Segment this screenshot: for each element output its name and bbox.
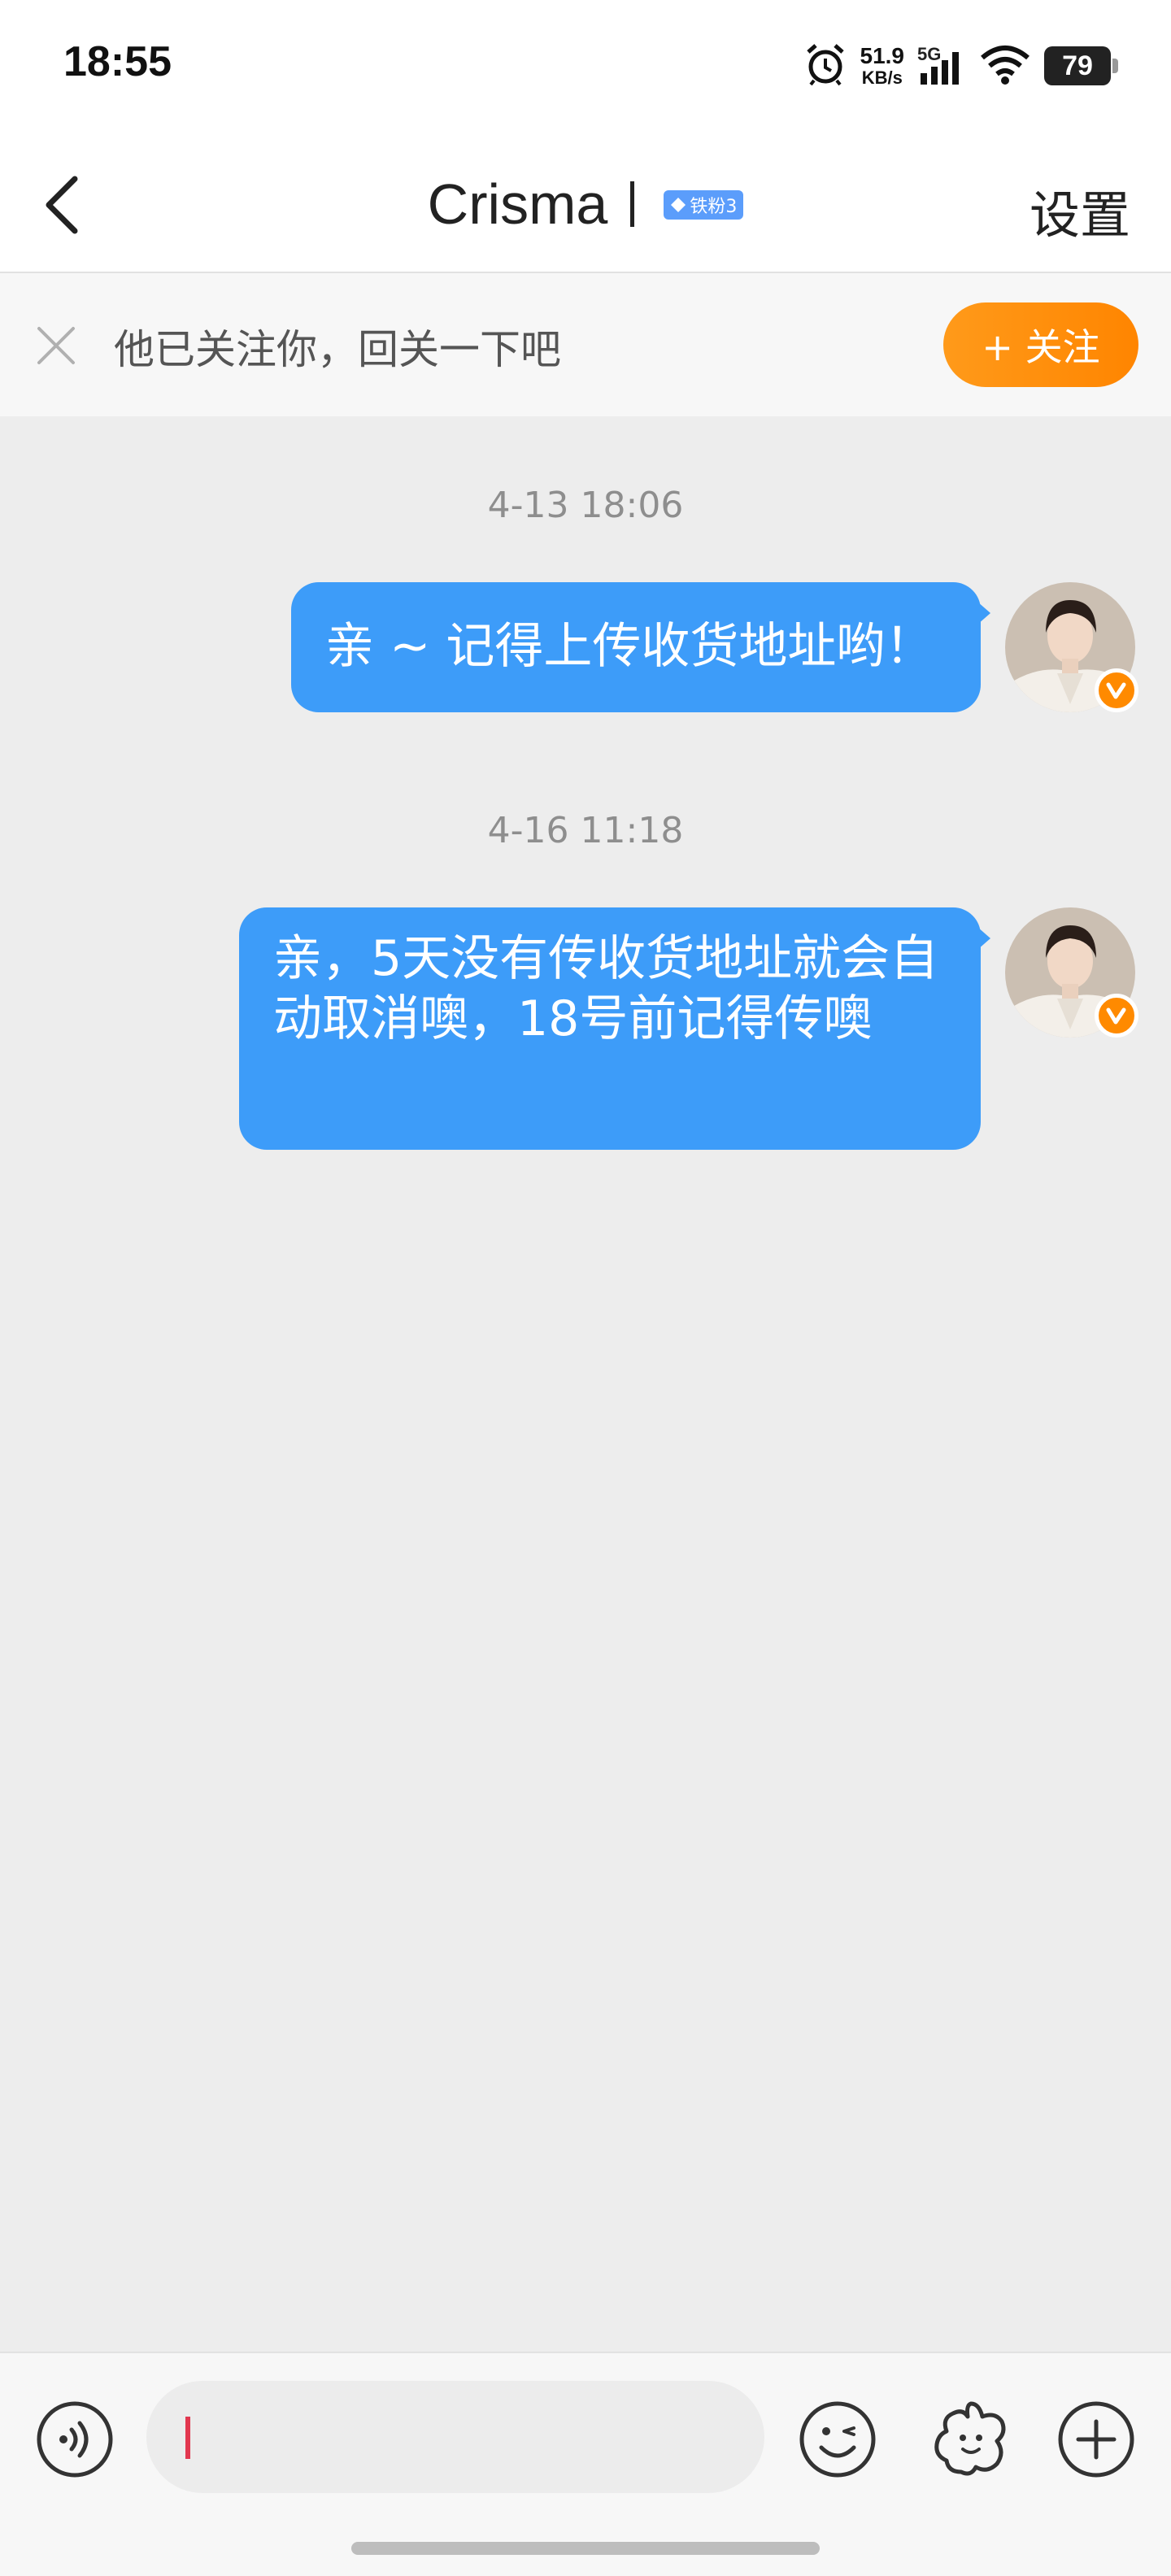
text-cursor <box>185 2417 190 2459</box>
home-indicator[interactable] <box>351 2542 820 2555</box>
voice-button[interactable] <box>34 2399 115 2480</box>
sticker-button[interactable] <box>929 2397 1013 2482</box>
follow-back-button[interactable]: + 关注 <box>943 302 1138 387</box>
avatar[interactable] <box>1005 582 1138 712</box>
close-icon <box>37 327 75 364</box>
dismiss-follow-button[interactable] <box>33 322 80 369</box>
sticker-icon <box>934 2401 1006 2476</box>
more-button[interactable] <box>1056 2399 1137 2480</box>
fan-level-badge: 铁粉3 <box>664 190 744 220</box>
network-speed-unit: KB/s <box>861 67 903 88</box>
status-indicators: 51.9 KB/s 5G 79 <box>803 37 1118 94</box>
emoji-icon <box>799 2401 876 2478</box>
back-arrow-icon <box>46 176 78 234</box>
verified-v-icon <box>1106 1007 1126 1025</box>
message-row: 亲，5天没有传收货地址就会自动取消噢，18号前记得传噢 <box>239 907 1138 1150</box>
chat-message-list[interactable]: 4-13 18:06 亲 ~ 记得上传收货地址哟！ 4-16 11:18 亲，5… <box>0 416 1171 2352</box>
status-bar: 18:55 51.9 KB/s 5G 79 <box>0 0 1171 137</box>
title-group: Crisma 铁粉3 <box>0 137 1171 272</box>
message-timestamp: 4-16 11:18 <box>487 810 684 851</box>
signal-icon: 5G <box>917 44 966 88</box>
message-timestamp: 4-13 18:06 <box>487 485 684 526</box>
fan-level-label: 铁粉3 <box>690 197 738 217</box>
back-button[interactable] <box>33 169 98 241</box>
plus-icon <box>1058 2401 1134 2478</box>
battery-icon: 79 <box>1044 46 1118 85</box>
network-speed-value: 51.9 <box>860 43 905 68</box>
status-time: 18:55 <box>63 38 172 85</box>
verified-badge <box>1095 668 1138 712</box>
follow-prompt-text: 他已关注你，回关一下吧 <box>114 326 561 373</box>
alarm-icon <box>803 42 847 89</box>
title-divider <box>630 181 635 227</box>
emoji-button[interactable] <box>797 2399 878 2480</box>
message-bubble[interactable]: 亲，5天没有传收货地址就会自动取消噢，18号前记得传噢 <box>239 907 990 1150</box>
verified-badge <box>1095 994 1138 1038</box>
voice-icon <box>37 2401 113 2478</box>
follow-prompt-bar: 他已关注你，回关一下吧 + 关注 <box>0 273 1171 416</box>
message-input[interactable] <box>146 2381 764 2493</box>
message-row: 亲 ~ 记得上传收货地址哟！ <box>291 582 1138 712</box>
message-bubble[interactable]: 亲 ~ 记得上传收货地址哟！ <box>291 582 990 712</box>
battery-level: 79 <box>1062 50 1093 81</box>
diamond-icon <box>671 198 686 212</box>
chat-title: Crisma <box>427 172 608 236</box>
verified-v-icon <box>1106 682 1126 699</box>
wifi-icon <box>979 43 1031 89</box>
chat-header: Crisma 铁粉3 设置 <box>0 137 1171 273</box>
settings-button[interactable]: 设置 <box>1030 174 1130 247</box>
network-speed: 51.9 KB/s <box>860 45 905 87</box>
avatar[interactable] <box>1005 907 1138 1038</box>
message-input-bar <box>0 2352 1171 2576</box>
